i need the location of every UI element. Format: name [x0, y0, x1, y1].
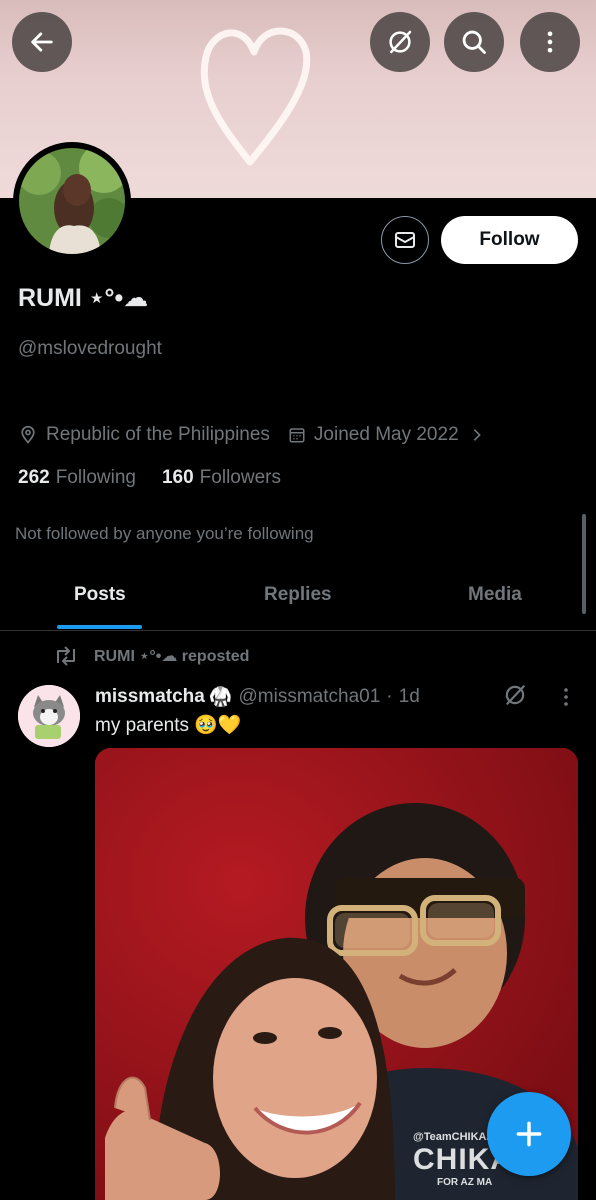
post-time: 1d [398, 686, 420, 707]
follow-counts: 262 Following 160 Followers [18, 467, 281, 489]
profile-meta: Republic of the Philippines Joined May 2… [18, 424, 493, 446]
plus-icon [516, 1121, 542, 1147]
post-header: missmatcha 🥋 @missmatcha01 · 1d [95, 685, 420, 709]
compose-button[interactable] [487, 1092, 571, 1176]
chevron-right-icon[interactable] [469, 427, 485, 443]
mail-icon [395, 232, 415, 248]
tab-media[interactable]: Media [468, 584, 522, 606]
location-pin-icon [18, 425, 38, 445]
more-vertical-icon [564, 688, 568, 706]
post-author-avatar[interactable] [18, 685, 80, 747]
neon-heart-decoration [200, 27, 311, 166]
message-button[interactable] [381, 216, 429, 264]
post-separator: · [386, 686, 393, 707]
author-emoji: 🥋 [208, 687, 233, 708]
more-options-button[interactable] [520, 12, 580, 72]
avatar-image [19, 148, 125, 254]
not-followed-text: Not followed by anyone you’re following [15, 524, 314, 543]
grok-button[interactable] [370, 12, 430, 72]
profile-avatar[interactable] [13, 142, 131, 260]
repost-indicator: RUMI ⋆°•☁︎ reposted [52, 645, 249, 667]
back-arrow-icon [31, 32, 53, 52]
location-text: Republic of the Philippines [46, 424, 270, 445]
grok-icon [505, 685, 525, 705]
profile-tabs: Posts Replies Media [0, 570, 596, 631]
post-author-handle: @missmatcha01 [238, 686, 381, 707]
followers-link[interactable]: 160 Followers [162, 467, 281, 489]
search-button[interactable] [444, 12, 504, 72]
tab-posts[interactable]: Posts [74, 584, 126, 606]
following-link[interactable]: 262 Following [18, 467, 136, 489]
follow-button[interactable]: Follow [441, 216, 578, 264]
repost-icon [57, 646, 75, 666]
post-grok-button[interactable] [502, 682, 528, 713]
active-tab-indicator [57, 625, 142, 629]
search-icon [462, 30, 486, 54]
user-handle: @mslovedrought [18, 338, 162, 359]
calendar-icon [288, 426, 306, 444]
joined-text: Joined May 2022 [313, 424, 459, 445]
post-text: my parents 🥹💛 [95, 715, 242, 736]
post-more-button[interactable] [556, 686, 576, 713]
post-author-name[interactable]: missmatcha [95, 686, 205, 708]
tab-replies[interactable]: Replies [264, 584, 332, 606]
grok-icon [389, 30, 412, 54]
more-vertical-icon [547, 31, 553, 53]
back-button[interactable] [12, 12, 72, 72]
repost-text: RUMI ⋆°•☁︎ reposted [94, 648, 250, 665]
display-name: RUMI ⋆°•☁︎ [18, 284, 149, 312]
